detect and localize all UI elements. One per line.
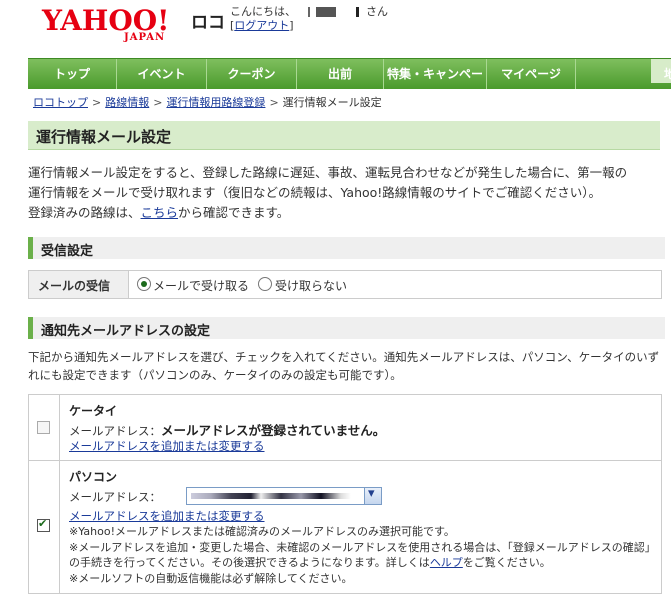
address-settings-header: 通知先メールアドレスの設定 (28, 317, 665, 339)
receive-label-cell: メールの受信 (29, 271, 129, 298)
greeting-text: こんにちは、 (230, 5, 296, 18)
pc-note-4: ※メールソフトの自動返信機能は必ず解除してください。 (69, 572, 353, 585)
pc-note-2: ※メールアドレスを追加・変更した場合、未確認のメールアドレスを使用される場合は、… (69, 541, 656, 554)
description-line-3: 登録済みの路線は、こちらから確認できます。 (28, 203, 668, 223)
breadcrumb-sep-icon: > (92, 96, 102, 109)
masked-username (296, 7, 366, 17)
description-line-1: 運行情報メール設定をすると、登録した路線に遅延、事故、運転見合わせなどが発生した… (28, 165, 628, 180)
nav-delivery[interactable]: 出前 (297, 59, 384, 89)
address-notice: 下記から通知先メールアドレスを選び、チェックを入れてください。通知先メールアドレ… (28, 348, 664, 384)
mobile-checkbox-cell (29, 395, 60, 460)
pc-note-3-post: をご覧ください。 (462, 556, 551, 569)
logout-link[interactable]: ログアウト (234, 19, 289, 32)
global-nav: トップ イベント クーポン 出前 特集・キャンペーン マイページ 地 (28, 58, 671, 111)
mobile-change-address-link[interactable]: メールアドレスを追加または変更する (69, 438, 265, 454)
help-link[interactable]: ヘルプ (430, 556, 463, 569)
service-name[interactable]: ロコ (191, 8, 225, 33)
mobile-title: ケータイ (69, 404, 118, 418)
description-line-2: 運行情報をメールで受け取れます（復旧などの続報は、Yahoo!路線情報のサイトで… (28, 185, 602, 200)
description-line-3-pre: 登録済みの路線は、 (28, 205, 141, 220)
nav-area[interactable]: 地 (664, 59, 671, 89)
breadcrumb-current: 運行情報メール設定 (282, 96, 382, 109)
receive-settings-header: 受信設定 (28, 237, 665, 259)
description-line-3-post: から確認できます。 (178, 205, 290, 220)
pc-checkbox-cell (29, 461, 60, 593)
greeting: こんにちは、 さん [ログアウト] (230, 5, 388, 32)
greeting-suffix: さん (366, 5, 388, 18)
breadcrumb-loco-top[interactable]: ロコトップ (33, 96, 88, 109)
mobile-address-label: メールアドレス： (69, 424, 161, 438)
nav-mypage[interactable]: マイページ (487, 59, 576, 89)
logo-sub-text: JAPAN (124, 32, 166, 43)
mobile-checkbox[interactable] (37, 421, 50, 434)
nav-top[interactable]: トップ (28, 59, 117, 89)
pc-title: パソコン (69, 470, 118, 484)
radio-reject[interactable] (258, 277, 272, 291)
address-notice-line-1: 下記から通知先メールアドレスを選び、チェックを入れてください。通知先メールアドレ… (28, 350, 660, 364)
receive-settings-table: メールの受信 メールで受け取る 受け取らない (28, 270, 662, 299)
nav-coupon[interactable]: クーポン (207, 59, 297, 89)
page-title: 運行情報メール設定 (36, 128, 172, 146)
yahoo-logo[interactable]: YAHOO! JAPAN (42, 6, 169, 44)
description: 運行情報メール設定をすると、登録した路線に遅延、事故、運転見合わせなどが発生した… (28, 163, 668, 223)
address-table: ケータイ メールアドレス：メールアドレスが登録されていません。 メールアドレスを… (28, 394, 662, 594)
pc-note-1: ※Yahoo!メールアドレスまたは確認済みのメールアドレスのみ選択可能です。 (69, 525, 455, 538)
pc-note-3: の手続きを行ってください。その後選択できるようになります。詳しくはヘルプをご覧く… (69, 555, 551, 570)
radio-receive[interactable] (137, 277, 151, 291)
pc-checkbox[interactable] (37, 517, 50, 532)
address-settings-title: 通知先メールアドレスの設定 (41, 324, 211, 339)
breadcrumb-route-registration[interactable]: 運行情報用路線登録 (166, 96, 265, 109)
nav-event[interactable]: イベント (117, 59, 207, 89)
receive-label: メールの受信 (38, 279, 111, 293)
mobile-address-row: メールアドレス：メールアドレスが登録されていません。 (69, 420, 385, 439)
radio-reject-label[interactable]: 受け取らない (275, 277, 347, 294)
breadcrumb-route-info[interactable]: 路線情報 (105, 96, 149, 109)
breadcrumb-sep-icon: > (153, 96, 163, 109)
radio-receive-label[interactable]: メールで受け取る (153, 277, 249, 294)
mobile-address-value: メールアドレスが登録されていません。 (161, 423, 386, 438)
masked-email-value (191, 493, 351, 499)
pc-address-label: メールアドレス： (69, 490, 161, 504)
mobile-row: ケータイ メールアドレス：メールアドレスが登録されていません。 メールアドレスを… (29, 395, 661, 461)
nav-campaign[interactable]: 特集・キャンペーン (384, 59, 487, 111)
page-title-bar: 運行情報メール設定 (28, 121, 660, 150)
address-notice-line-2: れにも設定できます（パソコンのみ、ケータイのみの設定も可能です）。 (28, 368, 402, 382)
pc-note-3-pre: の手続きを行ってください。その後選択できるようになります。詳しくは (69, 556, 430, 569)
breadcrumb-sep-icon: > (269, 96, 279, 109)
chevron-down-icon[interactable] (364, 486, 381, 504)
breadcrumb: ロコトップ > 路線情報 > 運行情報用路線登録 > 運行情報メール設定 (33, 94, 382, 110)
receive-settings-title: 受信設定 (41, 244, 94, 259)
registered-routes-link[interactable]: こちら (141, 205, 179, 220)
pc-address-select[interactable] (186, 486, 382, 505)
pc-change-address-link[interactable]: メールアドレスを追加または変更する (69, 508, 265, 524)
